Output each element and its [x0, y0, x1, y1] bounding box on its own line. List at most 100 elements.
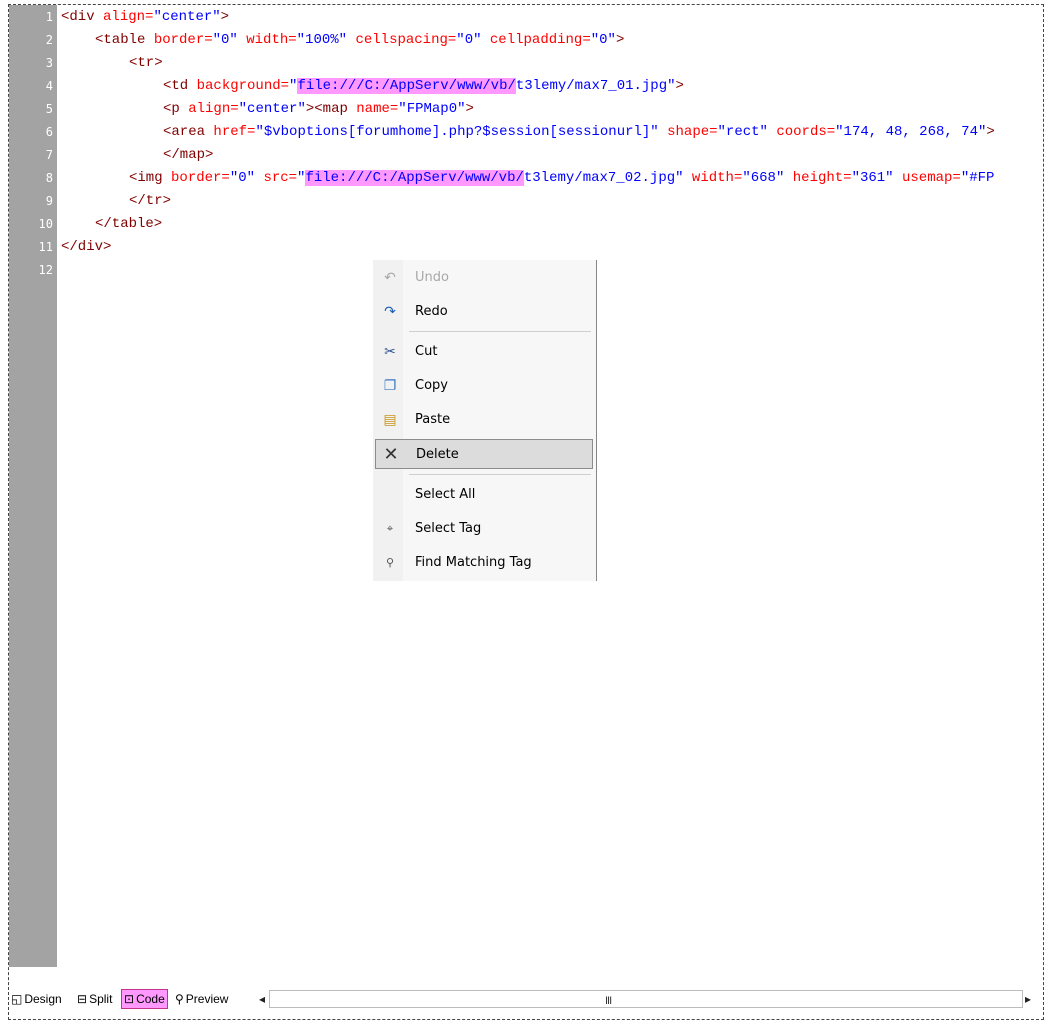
- attribute: name=: [356, 101, 399, 117]
- tag: <td: [163, 78, 197, 94]
- line-number: 10: [38, 217, 53, 231]
- value: "0": [456, 32, 490, 48]
- line-number-gutter: 1 2 3 4 5 6 7 8 9 10 11 12: [9, 5, 57, 967]
- code-icon: ⊡: [124, 992, 135, 1006]
- code-line-7[interactable]: </map>: [163, 146, 213, 164]
- menu-item-label: Undo: [415, 270, 449, 285]
- code-line-9[interactable]: </tr>: [129, 192, 171, 210]
- line-number: 12: [38, 263, 53, 277]
- tab-code[interactable]: ⊡ Code: [121, 989, 168, 1009]
- tab-split[interactable]: ⊟ Split: [77, 989, 112, 1009]
- matching-tag-icon: ⚲: [385, 556, 395, 569]
- value: "0": [229, 170, 264, 186]
- menu-item-select-tag[interactable]: ⌖ Select Tag: [375, 514, 593, 544]
- value: "#FP: [960, 170, 995, 186]
- tab-design[interactable]: ◱ Design: [11, 989, 62, 1009]
- view-switcher-bar: ◱ Design ⊟ Split ⊡ Code ⚲ Preview ◂ III …: [9, 969, 1043, 1019]
- copy-icon: ❐: [383, 378, 397, 394]
- value: "100%": [296, 32, 356, 48]
- code-line-6[interactable]: <area href="$vboptions[forumhome].php?$s…: [163, 123, 995, 141]
- tag: <area: [163, 124, 214, 140]
- menu-item-label: Redo: [415, 304, 448, 319]
- line-number: 4: [45, 79, 53, 93]
- tag: >: [220, 9, 230, 25]
- menu-item-find-matching-tag[interactable]: ⚲ Find Matching Tag: [375, 548, 593, 578]
- horizontal-scrollbar[interactable]: ◂ III ▸: [257, 989, 1039, 1009]
- scroll-track[interactable]: III: [269, 990, 1023, 1008]
- tag: ><map: [305, 101, 357, 117]
- menu-item-delete[interactable]: ✕ Delete: [375, 439, 593, 469]
- highlighted-path: file:///C:/AppServ/www/vb/: [305, 170, 524, 186]
- attribute: height=: [792, 170, 852, 186]
- menu-item-undo[interactable]: ↶ Undo: [375, 263, 593, 293]
- value: "center": [238, 101, 306, 117]
- line-number: 7: [45, 148, 53, 162]
- value: t3lemy/max7_01.jpg": [515, 78, 676, 94]
- tab-label: Preview: [185, 992, 229, 1006]
- scissors-icon: ✂: [384, 344, 396, 360]
- code-line-3[interactable]: <tr>: [129, 54, 163, 72]
- attribute: border=: [171, 170, 230, 186]
- tag: <tr>: [129, 55, 163, 71]
- attribute: background=: [196, 78, 290, 94]
- code-line-4[interactable]: <td background="file:///C:/AppServ/www/v…: [163, 77, 684, 95]
- value: "0": [212, 32, 247, 48]
- preview-icon: ⚲: [175, 992, 184, 1006]
- delete-x-icon: ✕: [383, 444, 399, 465]
- select-tag-icon: ⌖: [386, 522, 394, 535]
- tag: >: [986, 124, 995, 140]
- menu-item-label: Paste: [415, 412, 451, 427]
- tab-label: Code: [136, 992, 165, 1006]
- attribute: border=: [153, 32, 213, 48]
- menu-item-cut[interactable]: ✂ Cut: [375, 337, 593, 367]
- tab-label: Split: [89, 992, 113, 1006]
- line-number: 1: [45, 10, 53, 24]
- menu-separator: [409, 331, 591, 332]
- menu-item-redo[interactable]: ↷ Redo: [375, 297, 593, 327]
- attribute: href=: [213, 124, 256, 140]
- context-menu: ↶ Undo ↷ Redo ✂ Cut ❐ Copy ▤ Paste ✕ Del…: [373, 260, 597, 581]
- value: "0": [590, 32, 616, 48]
- value: "rect": [717, 124, 777, 140]
- value: "174, 48, 268, 74": [835, 124, 987, 140]
- tag: </div>: [61, 239, 112, 255]
- tab-label: Design: [24, 992, 62, 1006]
- redo-icon: ↷: [384, 304, 396, 320]
- menu-item-copy[interactable]: ❐ Copy: [375, 371, 593, 401]
- attribute: width=: [246, 32, 297, 48]
- scroll-right-arrow-icon[interactable]: ▸: [1025, 989, 1031, 1009]
- scroll-thumb-grip[interactable]: III: [605, 991, 612, 1011]
- value: "center": [153, 9, 221, 25]
- line-number: 6: [45, 125, 53, 139]
- code-line-2[interactable]: <table border="0" width="100%" cellspaci…: [95, 31, 624, 49]
- value: "668": [742, 170, 793, 186]
- tag: <table: [95, 32, 154, 48]
- attribute: align=: [103, 9, 154, 25]
- value: "FPMap0": [398, 101, 466, 117]
- code-line-5[interactable]: <p align="center"><map name="FPMap0">: [163, 100, 474, 118]
- scroll-left-arrow-icon[interactable]: ◂: [259, 989, 265, 1009]
- line-number: 5: [45, 102, 53, 116]
- code-line-11[interactable]: </div>: [61, 238, 111, 256]
- value: t3lemy/max7_02.jpg": [523, 170, 692, 186]
- menu-item-label: Delete: [416, 447, 459, 462]
- undo-icon: ↶: [384, 270, 396, 286]
- tag: </map>: [163, 147, 214, 163]
- code-line-1[interactable]: <div align="center">: [61, 8, 229, 26]
- attribute: usemap=: [902, 170, 961, 186]
- menu-item-select-all[interactable]: Select All: [375, 480, 593, 510]
- tag: >: [675, 78, 684, 94]
- line-number: 11: [38, 240, 53, 254]
- code-line-10[interactable]: </table>: [95, 215, 162, 233]
- tab-preview[interactable]: ⚲ Preview: [175, 989, 228, 1009]
- code-editor-frame: 1 2 3 4 5 6 7 8 9 10 11 12 <div align="c…: [8, 4, 1044, 1020]
- menu-item-label: Find Matching Tag: [415, 555, 532, 570]
- menu-item-label: Cut: [415, 344, 438, 359]
- code-line-8[interactable]: <img border="0" src="file:///C:/AppServ/…: [129, 169, 994, 187]
- menu-item-paste[interactable]: ▤ Paste: [375, 405, 593, 435]
- line-number: 2: [45, 33, 53, 47]
- line-number: 8: [45, 171, 53, 185]
- attribute: src=: [263, 170, 298, 186]
- attribute: width=: [691, 170, 743, 186]
- menu-item-label: Select All: [415, 487, 476, 502]
